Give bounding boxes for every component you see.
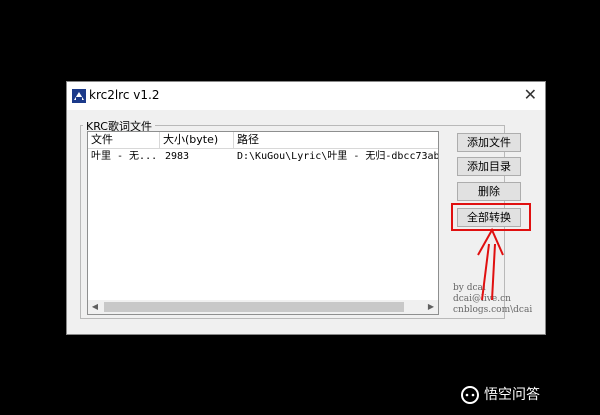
cell-file: 叶里 - 无... <box>91 151 158 162</box>
horizontal-scrollbar[interactable]: ◀ ▶ <box>88 300 438 314</box>
credits: by dcai dcai@live.cn cnblogs.com\dcai <box>453 283 532 316</box>
app-icon <box>72 89 86 103</box>
scroll-right-icon[interactable]: ▶ <box>424 300 438 314</box>
cell-size: 2983 <box>165 151 190 162</box>
scroll-thumb[interactable] <box>104 302 404 312</box>
file-list[interactable]: 文件 大小(byte) 路径 叶里 - 无... 2983 D:\KuGou\L… <box>87 131 439 315</box>
watermark-text: 悟空问答 <box>484 387 540 403</box>
column-size[interactable]: 大小(byte) <box>160 132 234 148</box>
list-header: 文件 大小(byte) 路径 <box>88 132 438 149</box>
column-path[interactable]: 路径 <box>234 132 438 148</box>
window-title: krc2lrc v1.2 <box>89 88 160 102</box>
delete-button[interactable]: 删除 <box>457 182 521 201</box>
cell-path: D:\KuGou\Lyric\叶里 - 无归-dbcc73ab7 <box>237 151 439 162</box>
annotation-highlight-box <box>451 203 531 231</box>
column-file[interactable]: 文件 <box>88 132 160 148</box>
credit-author: by dcai <box>453 283 486 293</box>
app-window: krc2lrc v1.2 ✕ KRC歌词文件 文件 大小(byte) 路径 叶里… <box>66 81 546 335</box>
credit-blog: cnblogs.com\dcai <box>453 305 533 315</box>
credit-email: dcai@live.cn <box>453 294 511 304</box>
close-icon[interactable]: ✕ <box>524 85 537 105</box>
title-bar[interactable]: krc2lrc v1.2 ✕ <box>67 82 545 110</box>
add-file-button[interactable]: 添加文件 <box>457 133 521 152</box>
table-row[interactable]: 叶里 - 无... 2983 D:\KuGou\Lyric\叶里 - 无归-db… <box>88 150 438 164</box>
scroll-left-icon[interactable]: ◀ <box>88 300 102 314</box>
chat-bubble-icon <box>461 386 479 404</box>
watermark: 悟空问答 <box>461 385 540 405</box>
add-directory-button[interactable]: 添加目录 <box>457 157 521 176</box>
